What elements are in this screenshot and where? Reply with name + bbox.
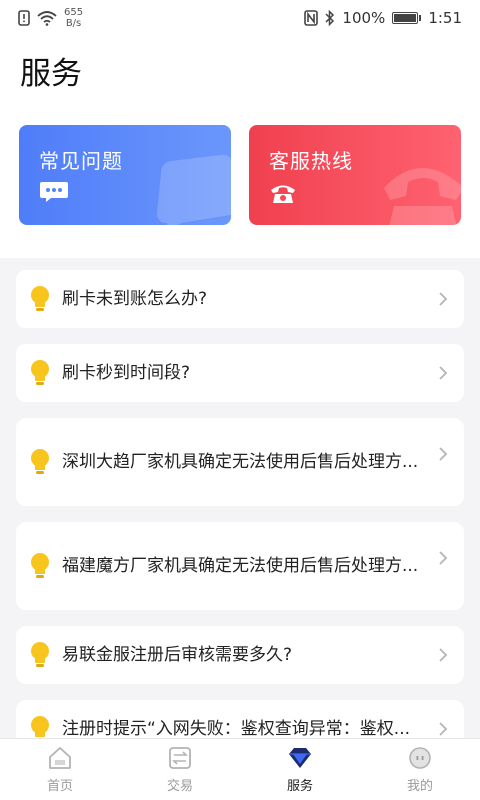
wifi-icon	[37, 11, 57, 26]
chevron-right-icon	[439, 366, 448, 380]
battery-percent: 100%	[342, 9, 386, 27]
hotline-card-label: 客服热线	[269, 149, 353, 173]
nfc-icon	[304, 10, 319, 26]
tab-service[interactable]: 服务	[240, 739, 360, 800]
hotline-card[interactable]: 客服热线	[249, 125, 461, 225]
faq-item[interactable]: 刷卡秒到时间段?	[16, 344, 464, 402]
lightbulb-icon	[31, 360, 49, 385]
tab-trade[interactable]: 交易	[120, 739, 240, 800]
tab-mine[interactable]: 我的	[360, 739, 480, 800]
exchange-icon	[169, 747, 191, 769]
faq-item-text: 易联金服注册后审核需要多久?	[62, 644, 293, 665]
faq-list: 刷卡未到账怎么办? 刷卡秒到时间段? 深圳大趋厂家机具确定无法使用后售后处理方.…	[16, 270, 464, 774]
faq-item-text: 刷卡秒到时间段?	[62, 362, 191, 383]
faq-item[interactable]: 刷卡未到账怎么办?	[16, 270, 464, 328]
faq-item-text: 刷卡未到账怎么办?	[62, 288, 208, 309]
chevron-right-icon	[439, 648, 448, 662]
tab-mine-label: 我的	[406, 779, 433, 794]
home-icon	[49, 747, 71, 769]
chevron-right-icon	[439, 722, 448, 736]
faq-item[interactable]: 深圳大趋厂家机具确定无法使用后售后处理方...	[16, 418, 464, 506]
bottom-tab-bar: 首页 交易 服务 我的	[0, 738, 480, 800]
telephone-icon	[271, 185, 295, 203]
telephone-decoration-icon	[384, 168, 461, 225]
battery-icon	[392, 12, 422, 24]
faq-card[interactable]: 常见问题	[19, 125, 231, 225]
network-speed: 655 B/s	[64, 7, 84, 29]
faq-item-text: 福建魔方厂家机具确定无法使用后售后处理方...	[62, 555, 419, 576]
faq-item-text: 深圳大趋厂家机具确定无法使用后售后处理方...	[62, 451, 419, 472]
lightbulb-icon	[31, 642, 49, 667]
tab-home-label: 首页	[46, 779, 73, 794]
lightbulb-icon	[31, 449, 49, 474]
chevron-right-icon	[439, 551, 448, 565]
faq-card-label: 常见问题	[39, 149, 123, 173]
tab-trade-label: 交易	[166, 779, 193, 794]
lightbulb-icon	[31, 286, 49, 311]
chat-bubble-decoration-icon	[157, 154, 231, 225]
faq-item[interactable]: 易联金服注册后审核需要多久?	[16, 626, 464, 684]
bluetooth-icon	[325, 10, 335, 26]
notification-alert-icon	[18, 10, 30, 26]
chevron-right-icon	[439, 292, 448, 306]
diamond-icon	[289, 748, 311, 768]
lightbulb-icon	[31, 553, 49, 578]
clock: 1:51	[428, 9, 462, 27]
profile-face-icon	[409, 747, 431, 769]
status-bar: 655 B/s 100% 1:51	[0, 0, 480, 36]
faq-item[interactable]: 福建魔方厂家机具确定无法使用后售后处理方...	[16, 522, 464, 610]
tab-service-label: 服务	[286, 779, 313, 794]
chat-bubble-icon	[40, 182, 68, 202]
page-title: 服务	[20, 56, 82, 92]
header-area: 服务 常见问题 客服热线	[0, 36, 480, 258]
chevron-right-icon	[439, 447, 448, 461]
tab-home[interactable]: 首页	[0, 739, 120, 800]
